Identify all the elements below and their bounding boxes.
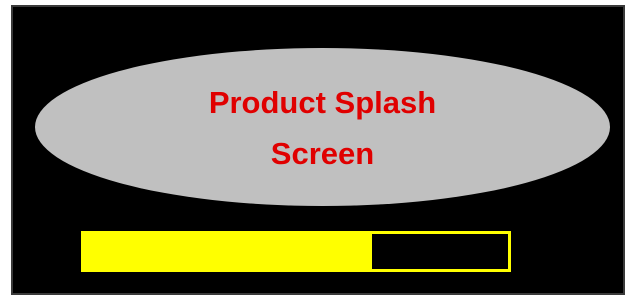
progress-bar-fill [84,234,373,269]
splash-title: Product Splash Screen [208,85,437,171]
progress-bar [81,231,511,272]
title-ellipse: Product Splash Screen [35,48,610,206]
splash-screen: Product Splash Screen [11,5,625,295]
